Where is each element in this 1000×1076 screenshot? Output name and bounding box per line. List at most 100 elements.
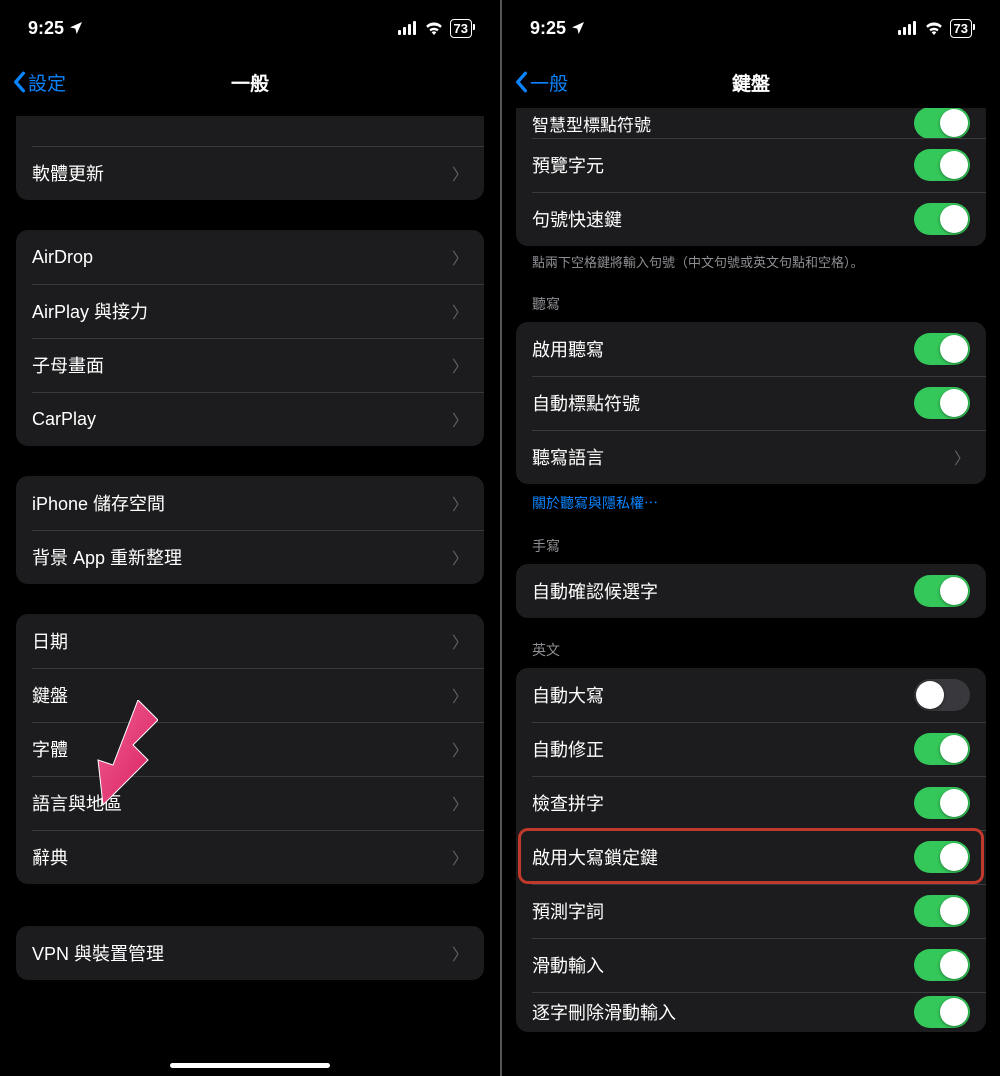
row-check-spelling[interactable]: 檢查拼字 (516, 776, 986, 830)
chevron-right-icon: 〉 (954, 445, 970, 469)
group-handwrite: 自動確認候選字 (516, 564, 986, 618)
chevron-right-icon: 〉 (452, 737, 468, 761)
row-background-refresh[interactable]: 背景 App 重新整理〉 (16, 530, 484, 584)
row-slide-type[interactable]: 滑動輸入 (516, 938, 986, 992)
group-english: 自動大寫 自動修正 檢查拼字 啟用大寫鎖定鍵 預測字詞 滑動輸入 (516, 668, 986, 1032)
chevron-right-icon: 〉 (452, 491, 468, 515)
row-keyboard[interactable]: 鍵盤〉 (16, 668, 484, 722)
group-vpn: VPN 與裝置管理〉 (16, 926, 484, 980)
wifi-icon (424, 21, 444, 35)
chevron-right-icon: 〉 (452, 407, 468, 431)
battery-indicator: 73 (450, 19, 472, 38)
toggle[interactable] (914, 203, 970, 235)
toggle[interactable] (914, 108, 970, 139)
row-smart-punctuation[interactable]: 智慧型標點符號 (516, 108, 986, 138)
row-label: 智慧型標點符號 (532, 111, 651, 136)
toggle[interactable] (914, 996, 970, 1028)
toggle[interactable] (914, 841, 970, 873)
row-label: 辭典 (32, 844, 68, 870)
row-label: 自動確認候選字 (532, 578, 658, 604)
status-bar: 9:25 73 (502, 0, 1000, 56)
row-label: 語言與地區 (32, 790, 122, 816)
home-indicator[interactable] (170, 1063, 330, 1068)
row-label: 軟體更新 (32, 160, 104, 186)
row-auto-cap[interactable]: 自動大寫 (516, 668, 986, 722)
chevron-right-icon: 〉 (452, 845, 468, 869)
row-airplay[interactable]: AirPlay 與接力〉 (16, 284, 484, 338)
header-english: 英文 (516, 618, 986, 668)
row-vpn[interactable]: VPN 與裝置管理〉 (16, 926, 484, 980)
back-label: 一般 (530, 69, 568, 96)
row-label: 背景 App 重新整理 (32, 544, 182, 570)
back-button[interactable]: 一般 (514, 69, 568, 96)
row-label: 滑動輸入 (532, 952, 604, 978)
toggle[interactable] (914, 149, 970, 181)
row-label: 句號快速鍵 (532, 206, 622, 232)
toggle[interactable] (914, 575, 970, 607)
location-icon (68, 20, 84, 36)
row-auto-correct[interactable]: 自動修正 (516, 722, 986, 776)
row-label: 字體 (32, 736, 68, 762)
row-label: 聽寫語言 (532, 444, 604, 470)
group-storage: iPhone 儲存空間 〉 背景 App 重新整理〉 (16, 476, 484, 584)
toggle[interactable] (914, 787, 970, 819)
row-label: 逐字刪除滑動輸入 (532, 999, 676, 1025)
row-label: 自動標點符號 (532, 390, 640, 416)
row-enable-dictation[interactable]: 啟用聽寫 (516, 322, 986, 376)
chevron-right-icon: 〉 (452, 161, 468, 185)
toggle[interactable] (914, 679, 970, 711)
link-dictation-privacy[interactable]: 關於聽寫與隱私權⋯ (516, 484, 986, 514)
row-dictation-language[interactable]: 聽寫語言 〉 (516, 430, 986, 484)
row-delete-slide[interactable]: 逐字刪除滑動輸入 (516, 992, 986, 1032)
row-fonts[interactable]: 字體 〉 (16, 722, 484, 776)
wifi-icon (924, 21, 944, 35)
chevron-right-icon: 〉 (452, 629, 468, 653)
phone-left: 9:25 73 設定 一般 軟體更新 〉 AirDrop〉 (0, 0, 500, 1076)
row-dictionary[interactable]: 辭典 〉 (16, 830, 484, 884)
group-connectivity: AirDrop〉 AirPlay 與接力〉 子母畫面〉 CarPlay〉 (16, 230, 484, 446)
chevron-left-icon (514, 71, 528, 93)
row-pip[interactable]: 子母畫面〉 (16, 338, 484, 392)
location-icon (570, 20, 586, 36)
row-label: 預測字詞 (532, 898, 604, 924)
row-storage[interactable]: iPhone 儲存空間 〉 (16, 476, 484, 530)
header-handwrite: 手寫 (516, 514, 986, 564)
toggle[interactable] (914, 895, 970, 927)
status-time: 9:25 (530, 18, 566, 39)
row-label: 預覽字元 (532, 152, 604, 178)
row-date[interactable]: 日期〉 (16, 614, 484, 668)
group-general: 日期〉 鍵盤〉 字體〉 語言與地區〉 辭典〉 (16, 614, 484, 884)
row-language[interactable]: 語言與地區〉 (16, 776, 484, 830)
row-caps-lock[interactable]: 啟用大寫鎖定鍵 (516, 830, 986, 884)
chevron-right-icon: 〉 (452, 245, 468, 269)
group-top: 智慧型標點符號 預覽字元 句號快速鍵 (516, 108, 986, 246)
row-auto-confirm[interactable]: 自動確認候選字 (516, 564, 986, 618)
toggle[interactable] (914, 387, 970, 419)
row-label: 自動修正 (532, 736, 604, 762)
chevron-right-icon: 〉 (452, 353, 468, 377)
toggle[interactable] (914, 733, 970, 765)
toggle[interactable] (914, 949, 970, 981)
row-carplay[interactable]: CarPlay〉 (16, 392, 484, 446)
footnote-period: 點兩下空格鍵將輸入句號（中文句號或英文句點和空格）。 (516, 246, 986, 272)
row-label: AirDrop (32, 247, 93, 268)
phone-right: 9:25 73 一般 鍵盤 智慧型標點符號 預覽字元 (500, 0, 1000, 1076)
row-airdrop[interactable]: AirDrop 〉 (16, 230, 484, 284)
row-label: AirPlay 與接力 (32, 298, 148, 324)
row-label: 啟用聽寫 (532, 336, 604, 362)
row-label: iPhone 儲存空間 (32, 490, 165, 516)
row-software-update[interactable]: 軟體更新 〉 (16, 146, 484, 200)
row-predictive[interactable]: 預測字詞 (516, 884, 986, 938)
row-period-shortcut[interactable]: 句號快速鍵 (516, 192, 986, 246)
row-label: 鍵盤 (32, 682, 68, 708)
toggle[interactable] (914, 333, 970, 365)
header-dictation: 聽寫 (516, 272, 986, 322)
cellular-icon (898, 21, 918, 35)
group-software: 軟體更新 〉 (16, 116, 484, 200)
row-label: 啟用大寫鎖定鍵 (532, 844, 658, 870)
row-preview[interactable]: 預覽字元 (516, 138, 986, 192)
back-button[interactable]: 設定 (12, 69, 66, 96)
battery-indicator: 73 (950, 19, 972, 38)
row-label: 檢查拼字 (532, 790, 604, 816)
row-auto-punctuation[interactable]: 自動標點符號 (516, 376, 986, 430)
